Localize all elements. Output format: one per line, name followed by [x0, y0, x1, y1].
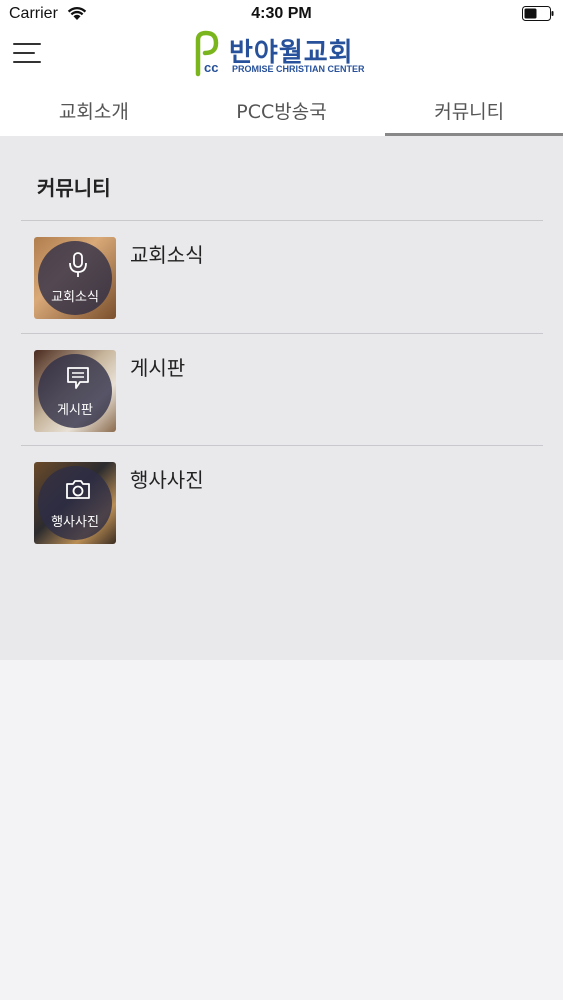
logo-subtitle: PROMISE CHRISTIAN CENTER: [232, 64, 365, 74]
list-item-title: 행사사진: [130, 468, 204, 492]
list-item-board[interactable]: 게시판 게시판: [21, 332, 543, 446]
battery-icon: [522, 6, 554, 21]
community-panel: 커뮤니티 교회소식 교회소식 게시판 게시판 행사사진 행사사진: [0, 136, 563, 660]
thumbnail-overlay: 게시판: [38, 353, 112, 428]
status-time: 4:30 PM: [251, 5, 312, 22]
pcc-logo-icon: cc: [195, 30, 218, 77]
list-item-event-photos[interactable]: 행사사진 행사사진: [21, 445, 543, 558]
thumbnail-label: 행사사진: [51, 515, 99, 530]
tab-bar: 교회소개 PCC방송국 커뮤니티: [0, 84, 563, 136]
comment-icon: [67, 366, 89, 389]
menu-line: [13, 61, 41, 63]
thumbnail-label: 게시판: [57, 402, 93, 418]
community-list: 교회소식 교회소식 게시판 게시판 행사사진 행사사진: [21, 220, 543, 558]
list-item-church-news[interactable]: 교회소식 교회소식: [21, 220, 543, 333]
list-item-title: 게시판: [130, 355, 186, 380]
thumbnail-overlay: 행사사진: [38, 466, 112, 540]
list-item-title: 교회소식: [130, 243, 204, 267]
thumbnail: 교회소식: [34, 237, 116, 319]
menu-button[interactable]: [13, 42, 41, 66]
status-bar: Carrier 4:30 PM: [0, 0, 563, 28]
tab-pcc-broadcast[interactable]: PCC방송국: [188, 84, 376, 136]
menu-line: [13, 52, 35, 54]
menu-line: [13, 43, 41, 45]
app-header: cc 반야월교회 PROMISE CHRISTIAN CENTER: [0, 28, 563, 84]
tab-community[interactable]: 커뮤니티: [375, 84, 563, 136]
church-logo[interactable]: cc 반야월교회 PROMISE CHRISTIAN CENTER: [189, 30, 379, 80]
camera-icon: [66, 480, 90, 499]
thumbnail-overlay: 교회소식: [38, 241, 112, 315]
microphone-icon: [69, 252, 87, 277]
thumbnail-label: 교회소식: [51, 290, 99, 305]
thumbnail: 게시판: [34, 349, 116, 432]
thumbnail: 행사사진: [34, 462, 116, 544]
section-title: 커뮤니티: [37, 176, 111, 200]
tab-church-intro[interactable]: 교회소개: [0, 84, 188, 136]
svg-text:cc: cc: [204, 60, 218, 75]
